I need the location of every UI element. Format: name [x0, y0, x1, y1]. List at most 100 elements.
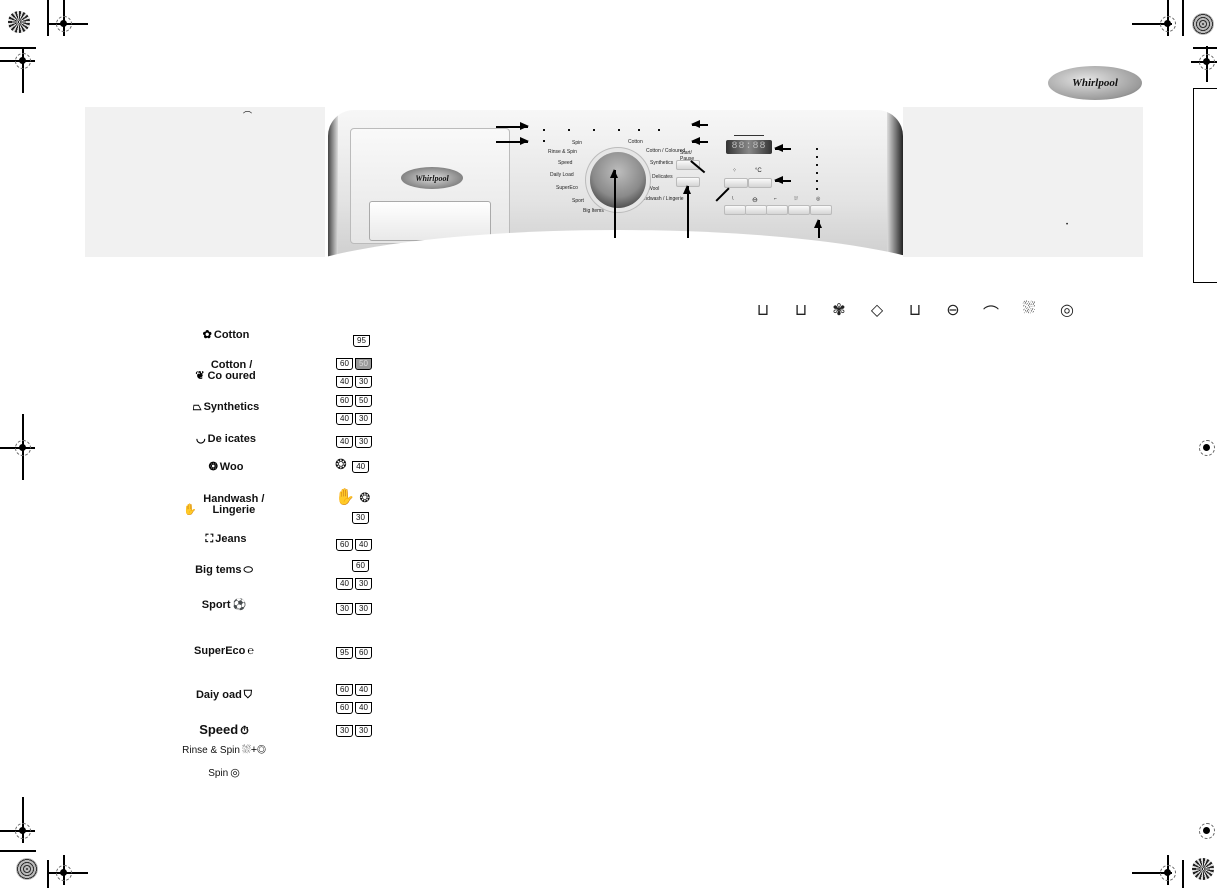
- spin-led: [816, 188, 818, 190]
- option-icon-4: ⛆: [794, 196, 799, 202]
- dial-label-supereco: SuperEco: [556, 185, 578, 191]
- wash-temp-badge: 40: [336, 376, 353, 388]
- programme-dial[interactable]: [590, 152, 646, 208]
- spin-led: [816, 156, 818, 158]
- temps-speed: 30 30: [335, 720, 395, 738]
- callout-arrow: [611, 169, 617, 238]
- spin-led: [816, 164, 818, 166]
- spin-icon: ◎: [230, 767, 240, 779]
- detergent-icon: ⊔: [908, 302, 922, 319]
- washer-control-panel: Whirlpool Spin Rinse & Spin Speed Daily …: [328, 110, 903, 257]
- wash-temp-badge: 60: [336, 702, 353, 714]
- speed-icon: ⏱: [240, 725, 249, 737]
- delicates-icon: ◡: [196, 433, 206, 445]
- jeans-icon: ⛶: [205, 533, 214, 545]
- wash-temp-badge: 60: [352, 560, 369, 572]
- option-button-5[interactable]: [810, 205, 832, 215]
- stain-icon: ◇: [870, 302, 884, 319]
- left-gray-panel: ⌒: [85, 107, 325, 257]
- programme-label: Big tems: [195, 564, 242, 576]
- logo-text: Whirlpool: [1072, 77, 1118, 89]
- temps-supereco: 95 60: [335, 642, 395, 660]
- arc-mark-icon: ⌒: [243, 111, 253, 121]
- registration-mark-icon: [1191, 46, 1217, 82]
- panel-right-edge: [887, 110, 903, 257]
- callout-arrow: [691, 121, 708, 127]
- handwash-tub-icon: ✋: [335, 489, 355, 506]
- dial-label-handwash: Handwash / Lingerie: [638, 196, 684, 202]
- option-button-4[interactable]: [788, 205, 810, 215]
- wash-temp-badge: 40: [352, 461, 370, 473]
- programme-spin: Spin ◎: [170, 767, 280, 780]
- wash-temp-badge: 30: [355, 376, 372, 388]
- drawer-logo: Whirlpool: [401, 167, 463, 189]
- indicator-led: [658, 129, 660, 131]
- indicator-led: [593, 129, 595, 131]
- dial-label-wool: Wool: [648, 186, 660, 192]
- programme-sport: Sport ⚽: [170, 600, 280, 611]
- wool-icon: ❂: [208, 461, 218, 473]
- registration-mark-icon: [48, 0, 88, 36]
- programme-label: Daiy oad: [195, 689, 242, 701]
- panel-left-edge: [328, 110, 338, 257]
- registration-mark-icon: [1195, 819, 1217, 843]
- option-button-3[interactable]: [766, 205, 788, 215]
- dial-label-speed: Speed: [558, 160, 573, 166]
- option-button-1[interactable]: [724, 205, 746, 215]
- crop-line: [1193, 47, 1217, 49]
- temperature-label: °C: [755, 168, 762, 174]
- option-icon-1: \: [732, 196, 734, 202]
- iron-icon: ⌒: [982, 306, 999, 323]
- callout-arrow: [815, 219, 821, 238]
- programme-label: De icates: [207, 433, 256, 445]
- programme-label: Sport: [201, 599, 231, 611]
- wash-temp-badge: 30: [336, 725, 353, 737]
- cotton-coloured-icon: ❦: [195, 370, 205, 382]
- wash-temp-badge: 30: [355, 436, 372, 448]
- woolmark-icon: ❂: [335, 456, 347, 472]
- wash-temp-badge: 30: [336, 603, 353, 615]
- registration-mark-icon: [1132, 855, 1180, 885]
- programme-label: Handwash / Lingerie: [203, 493, 265, 516]
- programme-delicates: ◡ De icates: [170, 434, 280, 445]
- temps-handwash: ✋ ❂ 30: [335, 487, 395, 525]
- rinse-icon: ⛆: [1022, 300, 1036, 317]
- dial-label-delicates: Delicates: [652, 174, 673, 180]
- wash-temp-badge: 95: [336, 647, 353, 659]
- wash-temp-badge: 60: [336, 395, 353, 407]
- programme-jeans: ⛶ Jeans: [170, 534, 280, 545]
- dial-label-spin: Spin: [572, 140, 583, 146]
- registration-mark-icon: [0, 414, 35, 480]
- crop-line: [1182, 0, 1184, 36]
- dial-label-cotton: Cotton: [628, 139, 643, 145]
- indicator-led: [618, 129, 620, 131]
- callout-arrow: [496, 123, 529, 129]
- wash-temp-badge: 60: [336, 684, 353, 696]
- programme-label: Synthetics: [203, 401, 260, 413]
- crop-line: [1182, 860, 1184, 888]
- programme-label: Spin: [208, 768, 229, 779]
- programme-handwash: ✋ Handwash / Lingerie: [170, 494, 280, 516]
- dial-label-synthetics: Synthetics: [650, 160, 674, 166]
- display-bracket: [734, 135, 764, 136]
- temps-daily-load: 60 40 60 40: [335, 679, 395, 715]
- dial-label-rinse-spin: Rinse & Spin: [548, 149, 577, 155]
- detergent-drawer[interactable]: Whirlpool: [350, 128, 510, 244]
- main-wash-icon: ⊔: [794, 302, 808, 319]
- programme-label: Cotton: [213, 329, 250, 341]
- temperature-button[interactable]: [748, 178, 772, 188]
- programme-label: Woo: [219, 461, 244, 473]
- registration-mark-icon: [1195, 436, 1217, 460]
- eco-icon: ⊖: [946, 302, 960, 319]
- option-button-2[interactable]: [745, 205, 767, 215]
- temps-jeans: 60 40: [335, 534, 395, 552]
- programme-cotton-coloured: ❦Cotton / Co oured: [170, 360, 280, 382]
- registration-mark-icon: [48, 855, 88, 885]
- wash-temp-badge: 40: [355, 684, 372, 696]
- registration-mark-icon: [1132, 0, 1180, 36]
- option-icon-3: ⌐: [774, 196, 777, 202]
- wash-temp-badge: 40: [336, 436, 353, 448]
- option-icon-5: ◎: [816, 196, 821, 202]
- spin-led: [816, 180, 818, 182]
- dial-label-sport: Sport: [572, 198, 584, 204]
